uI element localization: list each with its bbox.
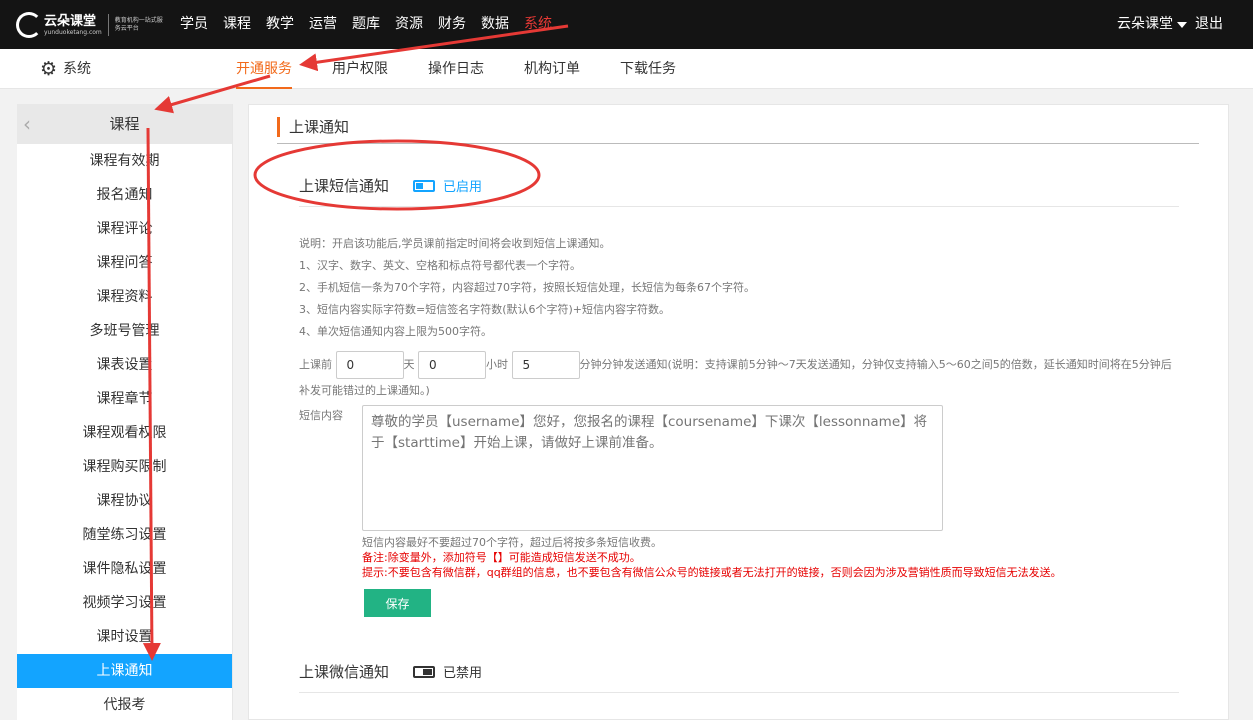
- desc-line: 3、短信内容实际字符数=短信签名字符数(默认6个字符)+短信内容字符数。: [299, 303, 671, 316]
- nav-resources[interactable]: 资源: [395, 0, 423, 49]
- sub-navbar: ⚙ 系统 开通服务 用户权限 操作日志 机构订单 下载任务: [0, 49, 1253, 89]
- wechat-toggle[interactable]: [413, 665, 436, 678]
- sidebar-item-video-settings[interactable]: 视频学习设置: [17, 586, 232, 620]
- tab-user-permissions[interactable]: 用户权限: [332, 49, 388, 89]
- chevron-left-icon[interactable]: ‹: [23, 104, 31, 144]
- tab-download-tasks[interactable]: 下载任务: [620, 49, 676, 89]
- sidebar-item-courseware-privacy[interactable]: 课件隐私设置: [17, 552, 232, 586]
- main-nav: 学员 课程 教学 运营 题库 资源 财务 数据 系统: [180, 0, 567, 49]
- hours-unit: 小时: [486, 358, 508, 371]
- logo-name: 云朵课堂: [44, 13, 97, 29]
- sidebar-item-class-notice[interactable]: 上课通知: [17, 654, 232, 688]
- main-panel: 上课通知 上课短信通知 已启用 说明：开启该功能后,学员课前指定时间将会收到短信…: [248, 104, 1229, 720]
- logo-domain: yunduoketang.com: [44, 28, 102, 36]
- note-wechat-warning: 提示:不要包含有微信群，qq群组的信息，也不要包含有微信公众号的链接或者无法打开…: [362, 566, 1062, 579]
- sidebar-item-purchase-limit[interactable]: 课程购买限制: [17, 450, 232, 484]
- logout-link[interactable]: 退出: [1195, 0, 1223, 49]
- tab-open-service[interactable]: 开通服务: [236, 49, 292, 89]
- caret-down-icon[interactable]: [1177, 21, 1187, 28]
- sms-status: 已启用: [443, 180, 483, 195]
- sidebar: ‹ 课程 课程有效期 报名通知 课程评论 课程问答 课程资料 多班号管理 课表设…: [17, 104, 233, 720]
- nav-courses[interactable]: 课程: [223, 0, 251, 49]
- sidebar-item-course-validity[interactable]: 课程有效期: [17, 144, 232, 178]
- sidebar-item-view-permission[interactable]: 课程观看权限: [17, 416, 232, 450]
- wechat-notice-title: 上课微信通知: [299, 663, 390, 681]
- logo-slogan: 教育机构一站式服务云平台: [114, 17, 163, 32]
- sub-tabs: 开通服务 用户权限 操作日志 机构订单 下载任务: [236, 49, 716, 89]
- sidebar-item-practice-settings[interactable]: 随堂练习设置: [17, 518, 232, 552]
- wechat-status: 已禁用: [443, 666, 483, 681]
- sms-notes: 短信内容最好不要超过70个字符，超过后将按多条短信收费。 备注:除变量外，添加符…: [362, 535, 1062, 580]
- sms-content-textarea[interactable]: [362, 405, 943, 531]
- save-button[interactable]: 保存: [364, 589, 431, 617]
- sidebar-item-proxy-exam[interactable]: 代报考: [17, 688, 232, 720]
- toggle-knob-icon: [416, 182, 424, 189]
- section-title: ⚙ 系统: [40, 49, 91, 89]
- note-length: 短信内容最好不要超过70个字符，超过后将按多条短信收费。: [362, 536, 662, 549]
- sidebar-item-chapters[interactable]: 课程章节: [17, 382, 232, 416]
- sidebar-item-course-comments[interactable]: 课程评论: [17, 212, 232, 246]
- sidebar-item-lesson-settings[interactable]: 课时设置: [17, 620, 232, 654]
- nav-teaching[interactable]: 教学: [266, 0, 294, 49]
- gear-icon: ⚙: [40, 58, 58, 80]
- wechat-notice-header: 上课微信通知 已禁用: [299, 651, 1179, 693]
- sms-content-label: 短信内容: [299, 409, 343, 422]
- sidebar-item-schedule-settings[interactable]: 课表设置: [17, 348, 232, 382]
- desc-line: 2、手机短信一条为70个字符，内容超过70字符，按照长短信处理，长短信为每条67…: [299, 281, 755, 294]
- nav-data[interactable]: 数据: [481, 0, 509, 49]
- sidebar-item-course-qa[interactable]: 课程问答: [17, 246, 232, 280]
- nav-operations[interactable]: 运营: [309, 0, 337, 49]
- sidebar-header: ‹ 课程: [17, 104, 232, 144]
- cloud-logo-icon: [16, 12, 42, 38]
- desc-line: 说明：开启该功能后,学员课前指定时间将会收到短信上课通知。: [299, 237, 611, 250]
- user-name[interactable]: 云朵课堂: [1117, 0, 1173, 49]
- page-title: 上课通知: [277, 117, 1199, 144]
- days-unit: 天: [403, 358, 415, 371]
- nav-system[interactable]: 系统: [524, 0, 552, 49]
- sidebar-item-agreement[interactable]: 课程协议: [17, 484, 232, 518]
- sms-toggle[interactable]: [413, 179, 436, 192]
- nav-question-bank[interactable]: 题库: [352, 0, 380, 49]
- toggle-knob-icon: [423, 668, 433, 675]
- hours-input[interactable]: 0: [418, 351, 486, 379]
- sms-notice-title: 上课短信通知: [299, 177, 390, 195]
- logo-divider: [107, 14, 109, 36]
- logo[interactable]: 云朵课堂 yunduoketang.com 教育机构一站式服务云平台: [16, 9, 163, 41]
- tab-org-orders[interactable]: 机构订单: [524, 49, 580, 89]
- note-symbols: 备注:除变量外，添加符号【】可能造成短信发送不成功。: [362, 551, 641, 564]
- sidebar-item-course-materials[interactable]: 课程资料: [17, 280, 232, 314]
- sms-notice-header: 上课短信通知 已启用: [299, 165, 1179, 207]
- desc-line: 1、汉字、数字、英文、空格和标点符号都代表一个字符。: [299, 259, 581, 272]
- desc-line: 4、单次短信通知内容上限为500字符。: [299, 325, 492, 338]
- nav-finance[interactable]: 财务: [438, 0, 466, 49]
- days-input[interactable]: 0: [335, 351, 404, 379]
- nav-students[interactable]: 学员: [180, 0, 208, 49]
- sidebar-item-enroll-notice[interactable]: 报名通知: [17, 178, 232, 212]
- sidebar-title: 课程: [109, 115, 140, 133]
- tab-operation-log[interactable]: 操作日志: [428, 49, 484, 89]
- sms-description: 说明：开启该功能后,学员课前指定时间将会收到短信上课通知。 1、汉字、数字、英文…: [299, 233, 755, 343]
- user-menu: 云朵课堂 退出: [1117, 0, 1223, 49]
- sidebar-item-multi-class[interactable]: 多班号管理: [17, 314, 232, 348]
- minutes-input[interactable]: 5: [511, 351, 580, 379]
- send-timing: 上课前 0天 0 小时 5 分钟分钟发送通知(说明：支持课前5分钟～7天发送通知，分…: [299, 351, 1179, 403]
- before-label: 上课前: [299, 358, 332, 371]
- section-label: 系统: [63, 61, 92, 77]
- top-navbar: 云朵课堂 yunduoketang.com 教育机构一站式服务云平台 学员 课程…: [0, 0, 1253, 49]
